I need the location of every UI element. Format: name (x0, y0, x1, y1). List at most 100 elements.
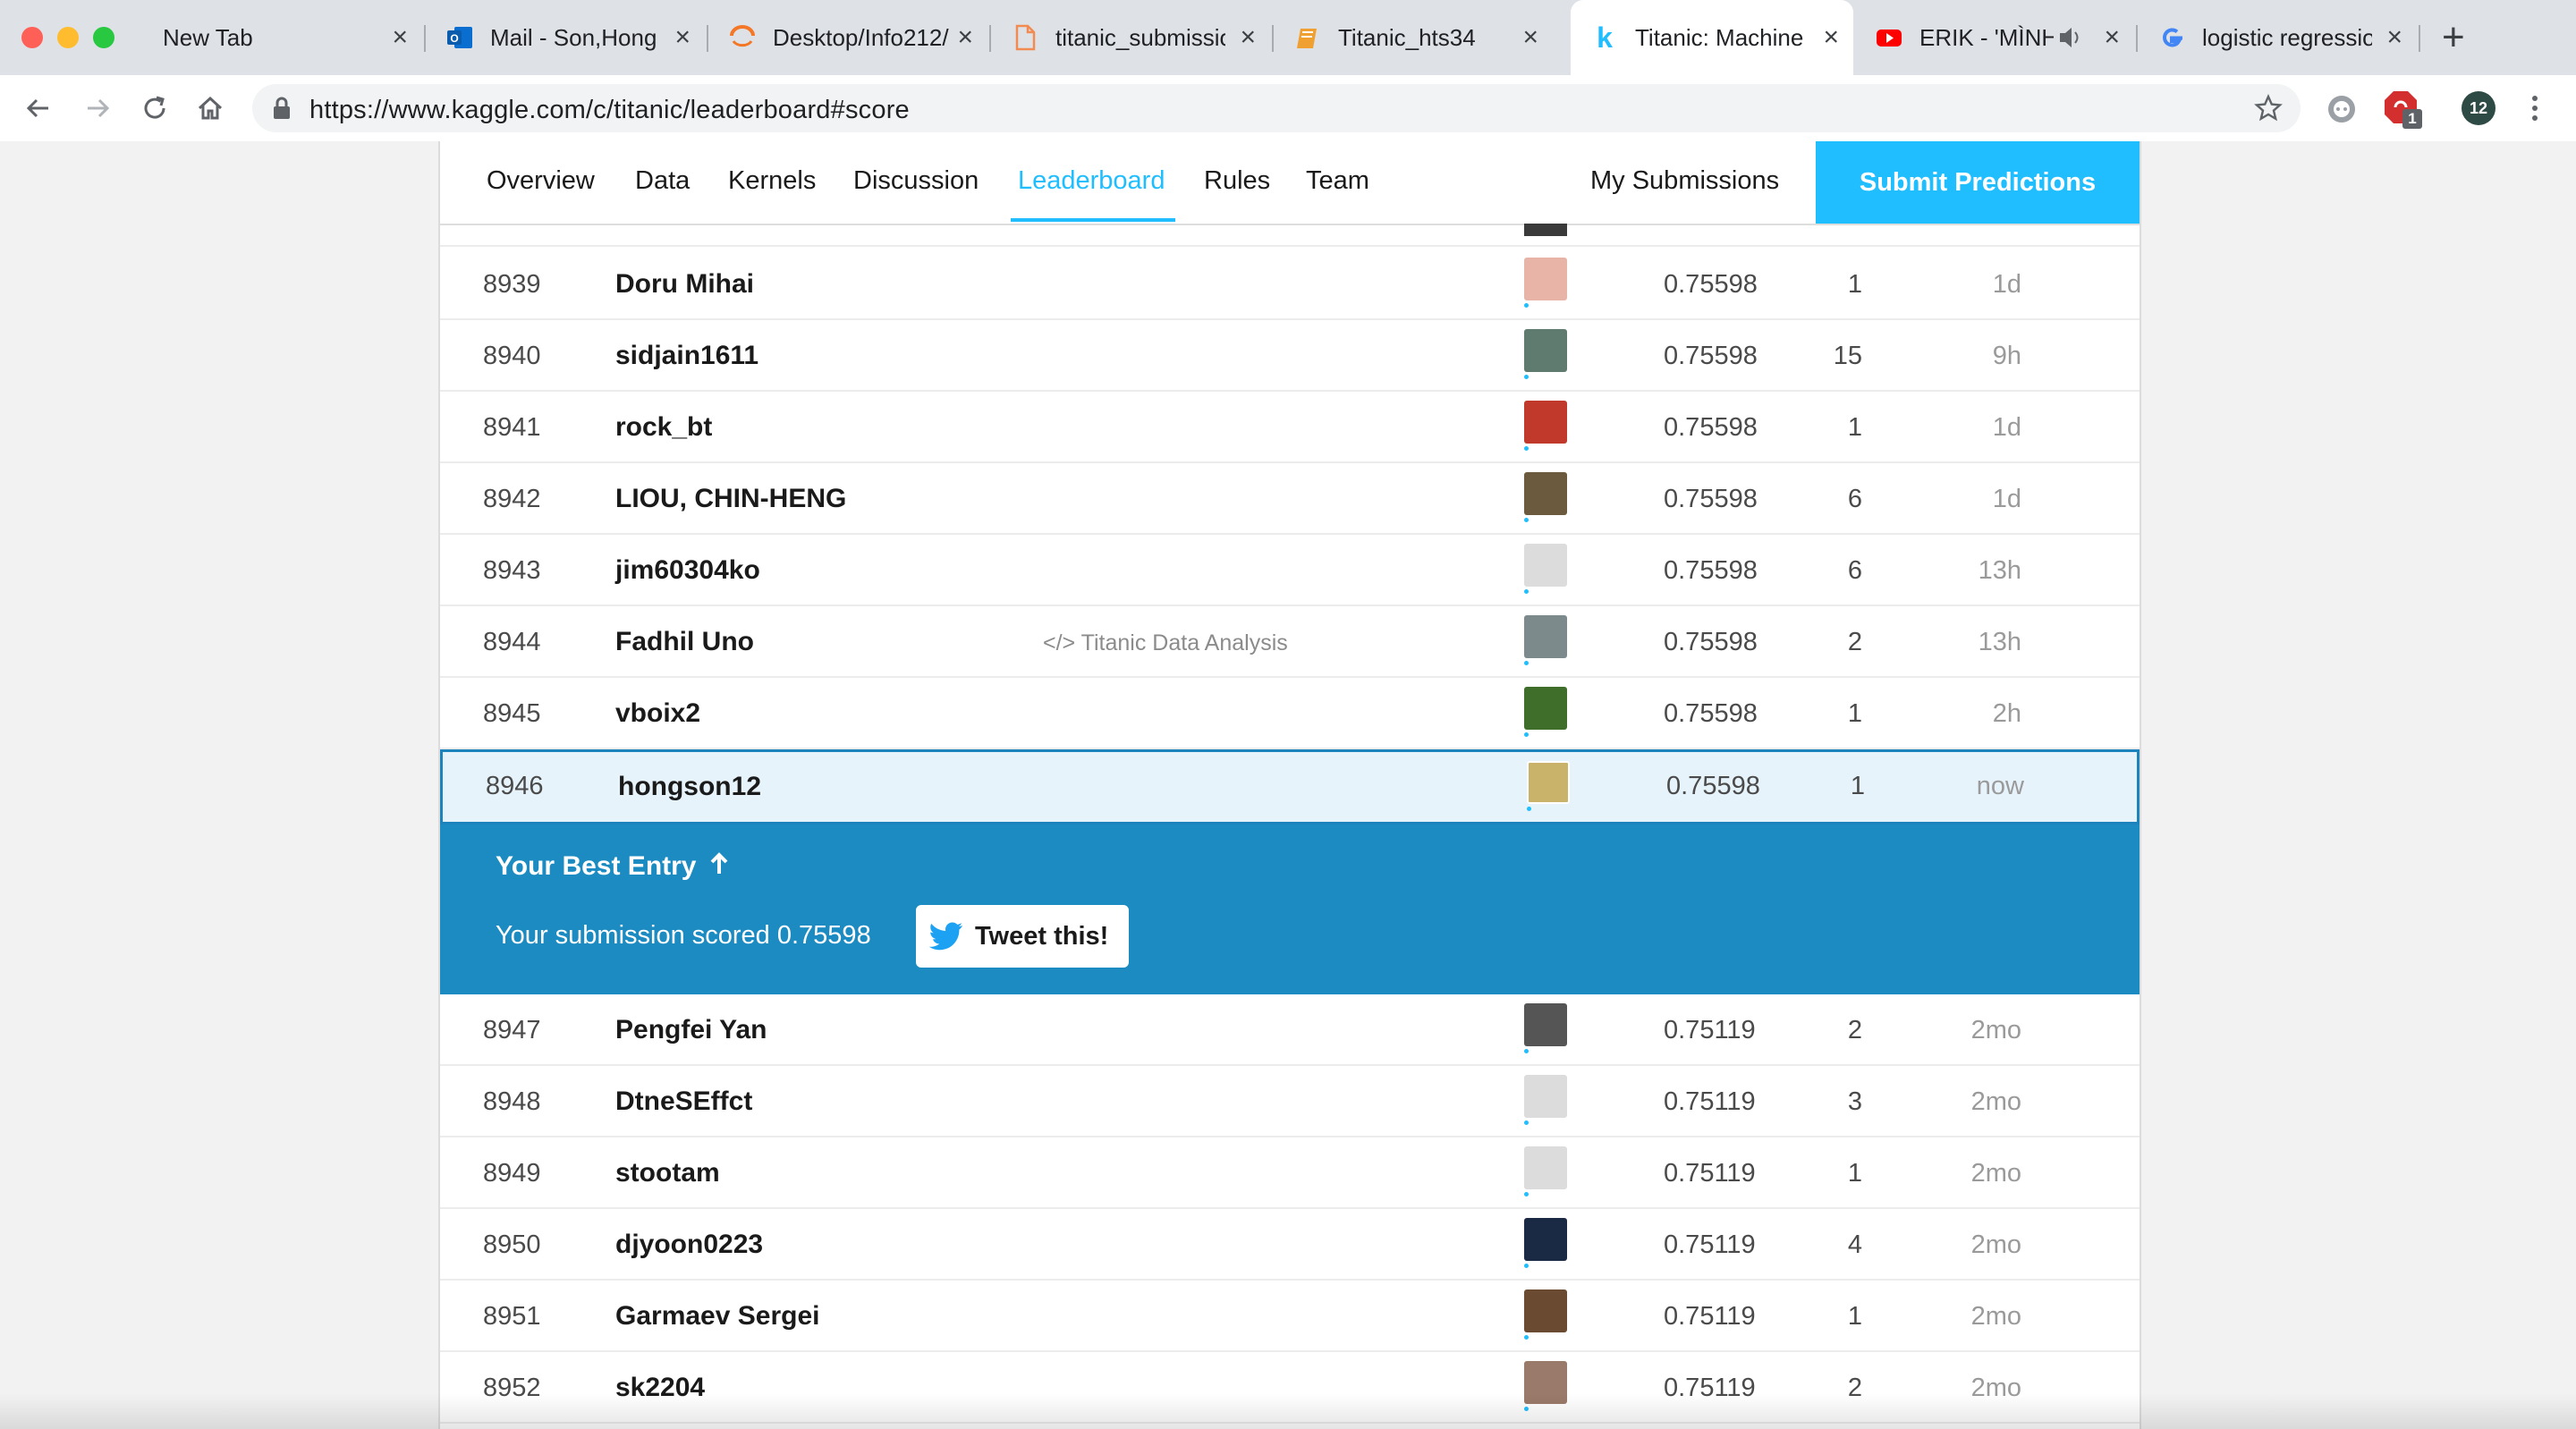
table-row[interactable]: 8941 rock_bt 0.75598 1 1d (440, 392, 2140, 463)
team-name[interactable]: hongson12 (618, 772, 761, 802)
team-name[interactable]: rock_bt (615, 412, 712, 443)
team-name[interactable]: Garmaev Sergei (615, 1301, 819, 1332)
browser-tab[interactable]: O Mail - Son,Hong × (426, 0, 705, 75)
maximize-window-button[interactable] (93, 27, 114, 48)
kernel-link[interactable]: </> Titanic Data Analysis (1043, 630, 1288, 656)
team-name[interactable]: jim60304ko (615, 555, 760, 586)
team-avatar[interactable] (1524, 1075, 1567, 1125)
new-tab-button[interactable]: + (2442, 18, 2465, 57)
submit-predictions-button[interactable]: Submit Predictions (1816, 141, 2140, 224)
reload-button[interactable] (136, 89, 174, 127)
close-tab-icon[interactable]: × (2104, 24, 2120, 51)
kaggle-icon: k (1590, 23, 1619, 52)
team-name[interactable]: Fadhil Uno (615, 627, 754, 657)
team-avatar[interactable] (1527, 761, 1570, 811)
team-name[interactable]: djyoon0223 (615, 1230, 763, 1260)
browser-tab[interactable]: Titanic_hts34 × (1274, 0, 1553, 75)
tab-rules[interactable]: Rules (1204, 166, 1270, 196)
bookmark-star-icon[interactable] (2254, 94, 2283, 127)
close-tab-icon[interactable]: × (392, 24, 408, 51)
avatar-dot (1524, 1264, 1529, 1268)
close-tab-icon[interactable]: × (957, 24, 973, 51)
table-row[interactable]: 8947 Pengfei Yan 0.75119 2 2mo (440, 994, 2140, 1066)
tab-overview[interactable]: Overview (487, 166, 595, 196)
back-button[interactable] (20, 89, 57, 127)
close-tab-icon[interactable]: × (1823, 24, 1839, 51)
tab-kernels[interactable]: Kernels (728, 166, 816, 196)
avatar (1524, 1003, 1567, 1046)
home-button[interactable] (191, 89, 229, 127)
table-row[interactable]: 8942 LIOU, CHIN-HENG 0.75598 6 1d (440, 463, 2140, 535)
speaker-icon[interactable] (2057, 21, 2082, 58)
tab-team[interactable]: Team (1306, 166, 1369, 196)
avatar (1524, 1289, 1567, 1332)
browser-tab[interactable]: titanic_submissio × (991, 0, 1270, 75)
team-name[interactable]: Doru Mihai (615, 269, 754, 300)
team-name[interactable]: vboix2 (615, 698, 700, 729)
tweet-button[interactable]: Tweet this! (916, 905, 1129, 968)
last-submission: 2mo (1970, 1302, 2021, 1331)
notebook-icon (1293, 23, 1322, 52)
team-avatar[interactable] (1524, 687, 1567, 737)
team-avatar[interactable] (1524, 401, 1567, 451)
adblock-extension-icon[interactable]: 1 (2383, 89, 2422, 129)
table-row[interactable]: 8943 jim60304ko 0.75598 6 13h (440, 535, 2140, 606)
team-avatar[interactable] (1524, 615, 1567, 665)
team-avatar[interactable] (1524, 1218, 1567, 1268)
close-tab-icon[interactable]: × (1240, 24, 1256, 51)
avatar (1524, 472, 1567, 515)
table-row[interactable]: 8949 stootam 0.75119 1 2mo (440, 1137, 2140, 1209)
table-row[interactable]: 8948 DtneSEffct 0.75119 3 2mo (440, 1066, 2140, 1137)
browser-tab[interactable]: Desktop/Info212/ × (708, 0, 987, 75)
team-name[interactable]: LIOU, CHIN-HENG (615, 484, 846, 514)
entries-count: 1 (1847, 699, 1862, 728)
tab-title: New Tab (163, 23, 253, 51)
extension-icon[interactable] (2326, 93, 2358, 130)
url-text[interactable]: https://www.kaggle.com/c/titanic/leaderb… (309, 96, 910, 125)
browser-tab-bar: New Tab × O Mail - Son,Hong × Desktop/In… (0, 0, 2576, 75)
team-avatar[interactable] (1524, 1003, 1567, 1053)
close-window-button[interactable] (21, 27, 43, 48)
browser-tab-active[interactable]: k Titanic: Machine × (1571, 0, 1853, 75)
table-row[interactable]: 8940 sidjain1611 0.75598 15 9h (440, 320, 2140, 392)
table-row[interactable]: 8950 djyoon0223 0.75119 4 2mo (440, 1209, 2140, 1281)
team-avatar[interactable] (1524, 544, 1567, 594)
browser-tab[interactable]: ERIK - 'MÌNH × (1855, 0, 2134, 75)
table-row-divider (440, 245, 2140, 247)
team-name[interactable]: DtneSEffct (615, 1087, 752, 1117)
table-row[interactable]: 8939 Doru Mihai 0.75598 1 1d (440, 249, 2140, 320)
avatar-dot (1524, 661, 1529, 665)
tab-data[interactable]: Data (635, 166, 690, 196)
my-submissions-link[interactable]: My Submissions (1590, 166, 1779, 196)
team-name[interactable]: Pengfei Yan (615, 1015, 767, 1045)
table-row[interactable]: 8951 Garmaev Sergei 0.75119 1 2mo (440, 1281, 2140, 1352)
avatar-dot (1524, 1120, 1529, 1125)
browser-tab[interactable]: logistic regressio × (2138, 0, 2417, 75)
rank: 8951 (483, 1302, 541, 1331)
browser-menu-icon[interactable] (2528, 93, 2542, 128)
close-tab-icon[interactable]: × (1522, 24, 1538, 51)
tab-discussion[interactable]: Discussion (853, 166, 979, 196)
entries-count: 2 (1847, 1016, 1862, 1044)
avatar[interactable] (1524, 224, 1567, 236)
forward-button[interactable] (79, 89, 116, 127)
close-tab-icon[interactable]: × (2386, 24, 2402, 51)
table-row[interactable]: 8944 Fadhil Uno </> Titanic Data Analysis 0… (440, 606, 2140, 678)
team-avatar[interactable] (1524, 472, 1567, 522)
avatar-dot (1524, 1335, 1529, 1340)
team-avatar[interactable] (1524, 1289, 1567, 1340)
team-name[interactable]: sidjain1611 (615, 341, 758, 371)
address-bar[interactable]: https://www.kaggle.com/c/titanic/leaderb… (252, 84, 2301, 132)
team-avatar[interactable] (1524, 329, 1567, 379)
lock-icon[interactable] (272, 96, 292, 125)
table-row[interactable]: 8945 vboix2 0.75598 1 2h (440, 678, 2140, 749)
browser-tab[interactable]: New Tab × (143, 0, 422, 75)
team-avatar[interactable] (1524, 258, 1567, 308)
minimize-window-button[interactable] (57, 27, 79, 48)
team-name[interactable]: stootam (615, 1158, 720, 1188)
team-avatar[interactable] (1524, 1146, 1567, 1196)
my-leaderboard-row[interactable]: 8946 hongson12 0.75598 1 now (440, 749, 2140, 824)
tab-leaderboard[interactable]: Leaderboard (1018, 166, 1165, 196)
close-tab-icon[interactable]: × (674, 24, 691, 51)
profile-avatar[interactable]: 12 (2462, 91, 2496, 125)
